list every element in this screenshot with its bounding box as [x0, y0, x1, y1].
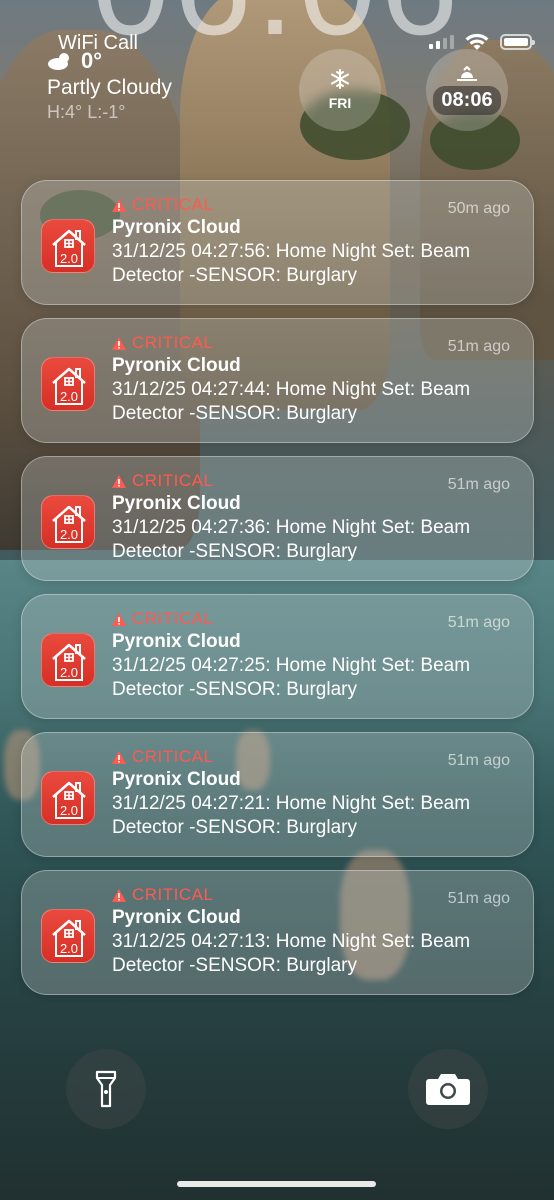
notification-title: Pyronix Cloud: [112, 769, 241, 790]
critical-label: CRITICAL: [132, 333, 214, 352]
warning-icon: [112, 888, 126, 902]
svg-text:2.0: 2.0: [60, 803, 78, 818]
notification-title: Pyronix Cloud: [112, 631, 241, 652]
day-widget[interactable]: FRI: [299, 49, 381, 131]
camera-button[interactable]: [408, 1049, 488, 1129]
critical-badge: CRITICAL: [112, 333, 213, 353]
pyronix-app-icon: 2.0: [41, 495, 95, 549]
alarm-time: 08:06: [433, 85, 501, 115]
pyronix-app-icon: 2.0: [41, 357, 95, 411]
critical-label: CRITICAL: [132, 195, 214, 214]
weather-condition: Partly Cloudy: [47, 76, 172, 99]
svg-text:2.0: 2.0: [60, 251, 78, 266]
critical-label: CRITICAL: [132, 885, 214, 904]
pyronix-app-icon: 2.0: [41, 909, 95, 963]
svg-text:2.0: 2.0: [60, 941, 78, 956]
pyronix-app-icon: 2.0: [41, 771, 95, 825]
notification-body: 31/12/25 04:27:36: Home Night Set: Beam …: [112, 517, 471, 562]
sunrise-icon: [457, 65, 477, 81]
warning-icon: [112, 750, 126, 764]
home-indicator[interactable]: [177, 1181, 376, 1187]
cellular-signal-icon: [429, 35, 454, 49]
warning-icon: [112, 474, 126, 488]
warning-icon: [112, 336, 126, 350]
svg-text:2.0: 2.0: [60, 665, 78, 680]
notification-time: 50m ago: [447, 200, 510, 217]
notification-title: Pyronix Cloud: [112, 493, 241, 514]
critical-label: CRITICAL: [132, 471, 214, 490]
notification-body: 31/12/25 04:27:56: Home Night Set: Beam …: [112, 241, 471, 286]
weather-high-low: H:4° L:-1°: [47, 102, 126, 122]
critical-label: CRITICAL: [132, 609, 214, 628]
notification-card[interactable]: 2.0 CRITICAL 51m ago Pyronix Cloud 31/12…: [21, 318, 534, 443]
snowflake-icon: [331, 69, 349, 89]
notification-time: 51m ago: [447, 752, 510, 769]
notification-time: 51m ago: [447, 614, 510, 631]
notification-card[interactable]: 2.0 CRITICAL 50m ago Pyronix Cloud 31/12…: [21, 180, 534, 305]
svg-text:2.0: 2.0: [60, 389, 78, 404]
warning-icon: [112, 198, 126, 212]
pyronix-app-icon: 2.0: [41, 633, 95, 687]
critical-badge: CRITICAL: [112, 195, 213, 215]
camera-icon: [426, 1074, 470, 1105]
notification-title: Pyronix Cloud: [112, 355, 241, 376]
svg-text:2.0: 2.0: [60, 527, 78, 542]
notification-body: 31/12/25 04:27:13: Home Night Set: Beam …: [112, 931, 471, 976]
notification-title: Pyronix Cloud: [112, 907, 241, 928]
critical-label: CRITICAL: [132, 747, 214, 766]
warning-icon: [112, 612, 126, 626]
notification-title: Pyronix Cloud: [112, 217, 241, 238]
weather-widget[interactable]: 0° Partly Cloudy H:4° L:-1°: [47, 50, 172, 123]
notification-body: 31/12/25 04:27:44: Home Night Set: Beam …: [112, 379, 471, 424]
notification-card[interactable]: 2.0 CRITICAL 51m ago Pyronix Cloud 31/12…: [21, 732, 534, 857]
pyronix-app-icon: 2.0: [41, 219, 95, 273]
flashlight-icon: [95, 1070, 117, 1108]
status-icons: [429, 32, 535, 52]
notification-body: 31/12/25 04:27:21: Home Night Set: Beam …: [112, 793, 471, 838]
notification-time: 51m ago: [447, 338, 510, 355]
notification-card[interactable]: 2.0 CRITICAL 51m ago Pyronix Cloud 31/12…: [21, 870, 534, 995]
battery-icon: [500, 34, 535, 50]
weather-temperature: 0°: [81, 48, 103, 73]
partly-cloudy-icon: [48, 53, 69, 70]
critical-badge: CRITICAL: [112, 609, 213, 629]
flashlight-button[interactable]: [66, 1049, 146, 1129]
critical-badge: CRITICAL: [112, 885, 213, 905]
notification-time: 51m ago: [447, 476, 510, 493]
notification-body: 31/12/25 04:27:25: Home Night Set: Beam …: [112, 655, 471, 700]
critical-badge: CRITICAL: [112, 747, 213, 767]
notification-card[interactable]: 2.0 CRITICAL 51m ago Pyronix Cloud 31/12…: [21, 594, 534, 719]
notification-time: 51m ago: [447, 890, 510, 907]
notification-card[interactable]: 2.0 CRITICAL 51m ago Pyronix Cloud 31/12…: [21, 456, 534, 581]
alarm-widget[interactable]: 08:06: [426, 49, 508, 131]
critical-badge: CRITICAL: [112, 471, 213, 491]
day-label: FRI: [328, 95, 352, 111]
